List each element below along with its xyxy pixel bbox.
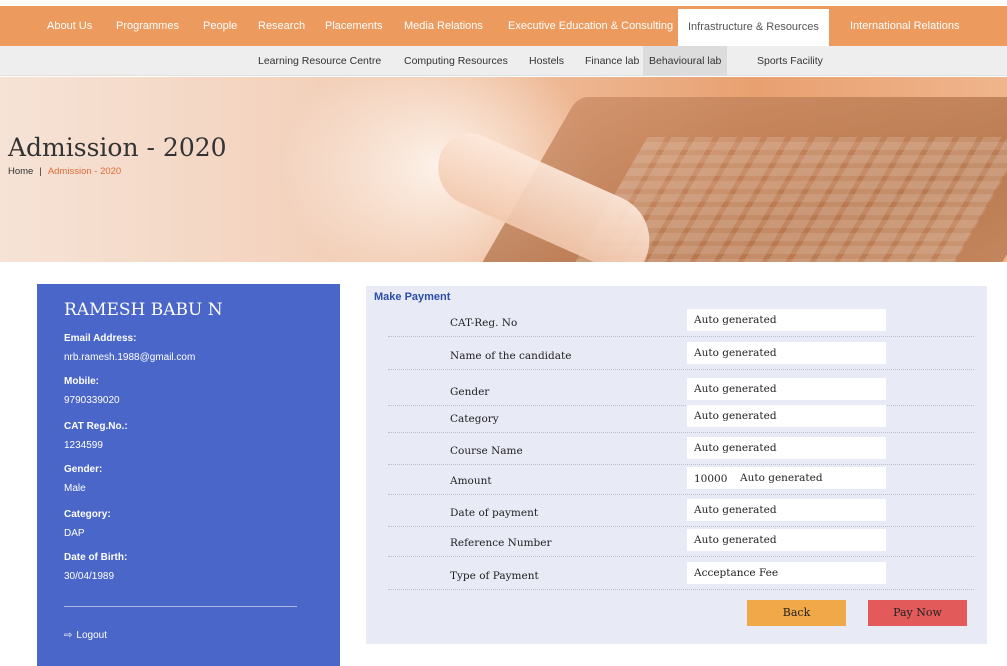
make-payment-panel: Make Payment CAT-Reg. No Name of the can… bbox=[366, 286, 987, 644]
row-label: Gender bbox=[450, 386, 490, 398]
profile-label: Gender: bbox=[64, 464, 103, 475]
nav-programmes[interactable]: Programmes bbox=[116, 6, 179, 46]
type-of-payment-field[interactable] bbox=[687, 562, 886, 584]
profile-field-category: Category: DAP bbox=[64, 509, 111, 539]
page-title: Admission - 2020 bbox=[8, 133, 227, 162]
profile-value: nrb.ramesh.1988@gmail.com bbox=[64, 352, 196, 363]
profile-field-cat-reg: CAT Reg.No.: 1234599 bbox=[64, 421, 128, 451]
back-button[interactable]: Back bbox=[747, 600, 846, 626]
cat-reg-no-field[interactable] bbox=[687, 309, 886, 331]
category-field[interactable] bbox=[687, 405, 886, 427]
payment-row-category: Category bbox=[388, 405, 974, 433]
profile-label: Date of Birth: bbox=[64, 552, 128, 563]
profile-label: CAT Reg.No.: bbox=[64, 421, 128, 432]
reference-number-field[interactable] bbox=[687, 529, 886, 551]
nav-research[interactable]: Research bbox=[258, 6, 305, 46]
payment-row-date-of-payment: Date of payment bbox=[388, 499, 974, 527]
payment-row-cat-reg-no: CAT-Reg. No bbox=[388, 309, 974, 337]
profile-field-date-of-birth: Date of Birth: 30/04/1989 bbox=[64, 552, 127, 582]
subnav-sports-facility[interactable]: Sports Facility bbox=[757, 46, 823, 76]
profile-value: Male bbox=[64, 483, 86, 494]
row-label: Amount bbox=[450, 475, 492, 487]
nav-placements[interactable]: Placements bbox=[325, 6, 382, 46]
row-label: CAT-Reg. No bbox=[450, 317, 518, 329]
payment-row-candidate-name: Name of the candidate bbox=[388, 342, 974, 370]
profile-value: 9790339020 bbox=[64, 395, 120, 406]
logout-label: Logout bbox=[76, 630, 107, 641]
breadcrumb-separator: | bbox=[39, 166, 42, 177]
amount-value: 10000 bbox=[694, 473, 728, 485]
top-navigation: About Us Programmes People Research Plac… bbox=[0, 6, 1007, 46]
row-label: Name of the candidate bbox=[450, 350, 572, 362]
breadcrumb-current: Admission - 2020 bbox=[47, 166, 122, 177]
profile-value: 30/04/1989 bbox=[64, 571, 115, 582]
nav-infrastructure-resources[interactable]: Infrastructure & Resources bbox=[678, 6, 829, 46]
panel-heading: Make Payment bbox=[374, 291, 451, 303]
row-label: Course Name bbox=[450, 445, 523, 457]
candidate-name: RAMESH BABU N bbox=[64, 300, 223, 320]
payment-row-course-name: Course Name bbox=[388, 437, 974, 465]
nav-executive-education[interactable]: Executive Education & Consulting bbox=[508, 6, 673, 46]
candidate-name-field[interactable] bbox=[687, 342, 886, 364]
row-label: Reference Number bbox=[450, 537, 552, 549]
payment-row-type-of-payment: Type of Payment bbox=[388, 562, 974, 590]
profile-field-gender: Gender: Male bbox=[64, 464, 102, 494]
profile-divider bbox=[64, 606, 297, 607]
pay-now-button[interactable]: Pay Now bbox=[868, 600, 967, 626]
row-label: Category bbox=[450, 413, 499, 425]
nav-media-relations[interactable]: Media Relations bbox=[404, 6, 483, 46]
profile-field-email: Email Address: nrb.ramesh.1988@gmail.com bbox=[64, 333, 195, 363]
payment-row-reference-number: Reference Number bbox=[388, 529, 974, 557]
subnav-hostels[interactable]: Hostels bbox=[529, 46, 564, 76]
subnav-learning-resource-centre[interactable]: Learning Resource Centre bbox=[258, 46, 381, 76]
date-of-payment-field[interactable] bbox=[687, 499, 886, 521]
payment-row-gender: Gender bbox=[388, 378, 974, 406]
subnav-behavioural-lab[interactable]: Behavioural lab bbox=[643, 46, 728, 76]
row-label: Type of Payment bbox=[450, 570, 539, 582]
gender-field[interactable] bbox=[687, 378, 886, 400]
breadcrumb: Home | Admission - 2020 bbox=[8, 166, 121, 177]
profile-field-mobile: Mobile: 9790339020 bbox=[64, 376, 120, 406]
candidate-profile-card: RAMESH BABU N Email Address: nrb.ramesh.… bbox=[37, 284, 340, 666]
profile-label: Email Address: bbox=[64, 333, 137, 344]
logout-icon: ⇨ bbox=[64, 630, 73, 641]
logout-link[interactable]: ⇨ Logout bbox=[64, 630, 107, 641]
sub-navigation: Learning Resource Centre Computing Resou… bbox=[0, 46, 1007, 76]
payment-row-amount: Amount 10000 bbox=[388, 467, 974, 495]
nav-people[interactable]: People bbox=[203, 6, 237, 46]
breadcrumb-home[interactable]: Home bbox=[8, 166, 33, 177]
nav-international-relations[interactable]: International Relations bbox=[850, 6, 959, 46]
hero-banner: Admission - 2020 Home | Admission - 2020 bbox=[0, 77, 1007, 262]
subnav-computing-resources[interactable]: Computing Resources bbox=[404, 46, 508, 76]
course-name-field[interactable] bbox=[687, 437, 886, 459]
profile-value: DAP bbox=[64, 528, 85, 539]
row-label: Date of payment bbox=[450, 507, 539, 519]
profile-label: Mobile: bbox=[64, 376, 99, 387]
subnav-finance-lab[interactable]: Finance lab bbox=[585, 46, 639, 76]
profile-value: 1234599 bbox=[64, 440, 103, 451]
profile-label: Category: bbox=[64, 509, 111, 520]
nav-about-us[interactable]: About Us bbox=[47, 6, 92, 46]
